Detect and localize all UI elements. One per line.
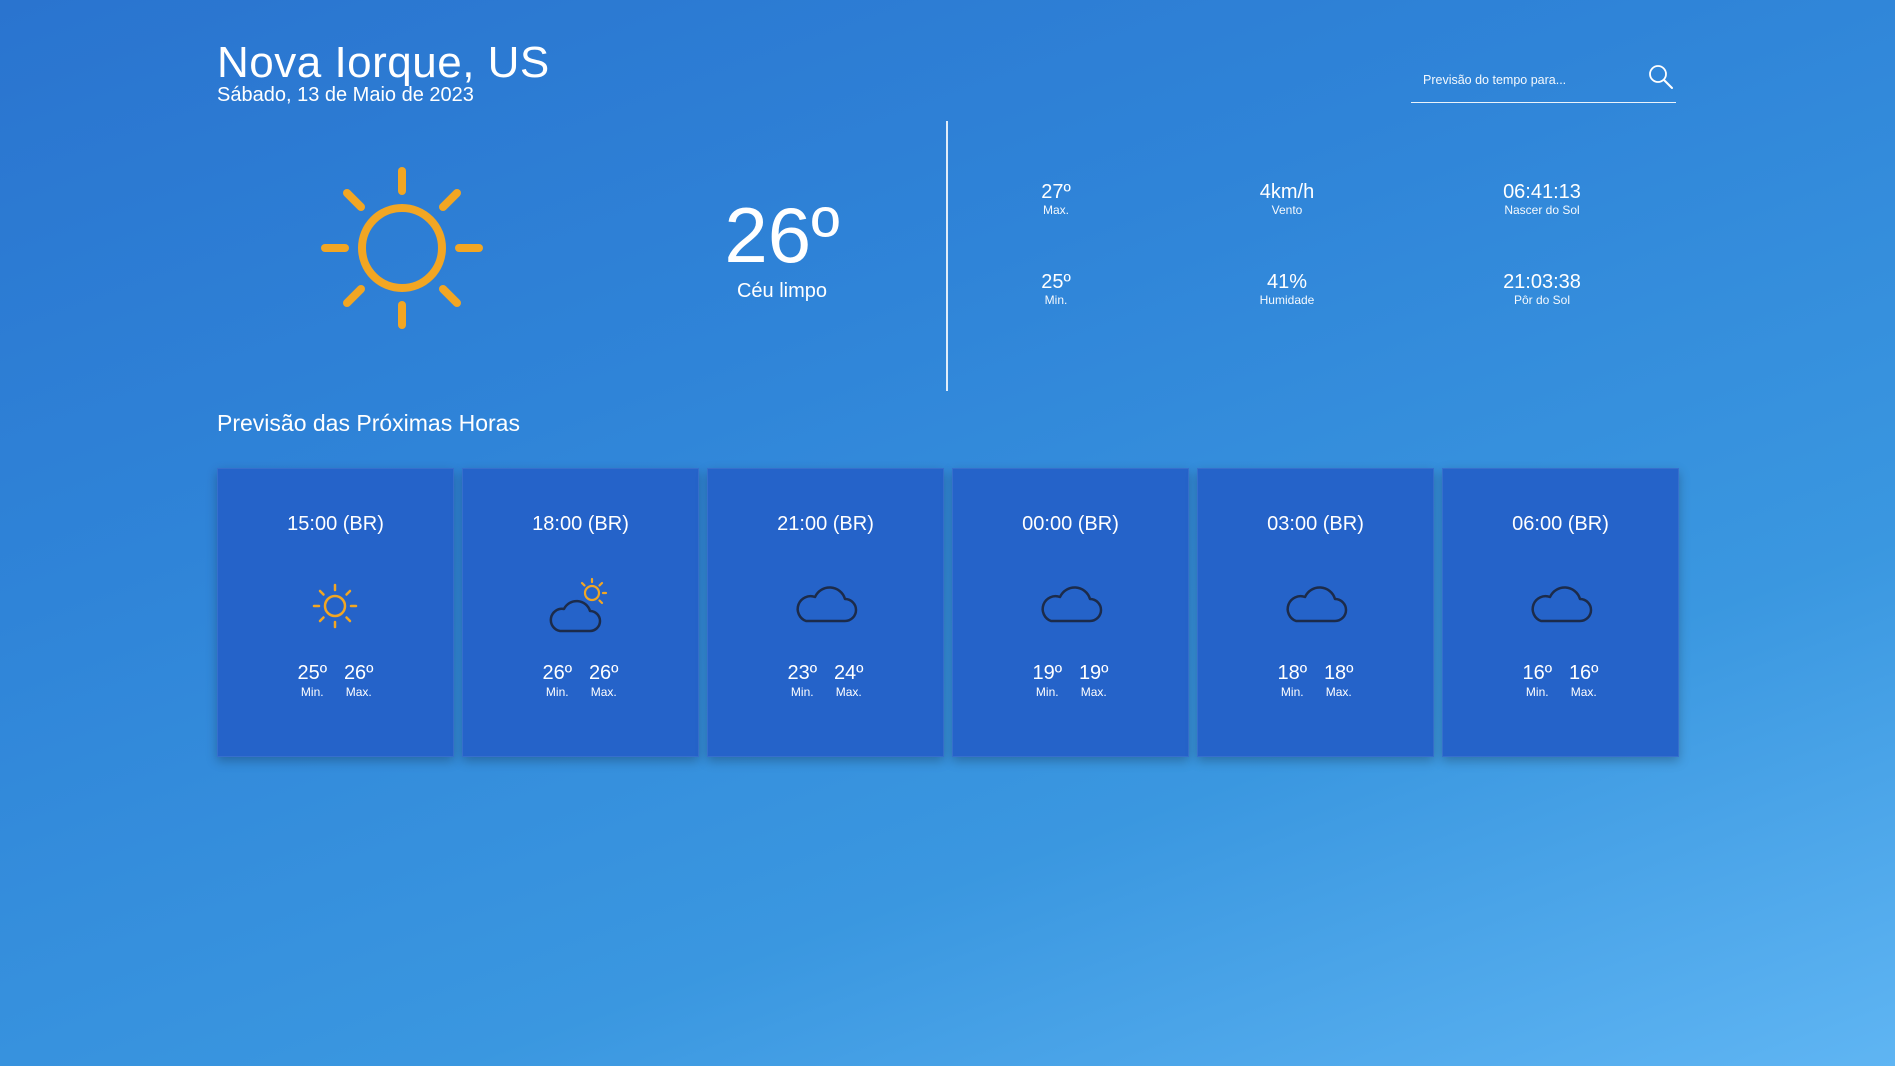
stat-label: Pôr do Sol	[1513, 293, 1571, 307]
forecast-card: 21:00 (BR) 23º Min. 24º Max.	[707, 468, 944, 757]
forecast-min: 25º Min.	[291, 662, 333, 700]
weather-description: Céu limpo	[736, 280, 828, 302]
stat-min-temp: 25º Min.	[976, 271, 1136, 307]
max-value: 18º	[1323, 662, 1354, 684]
forecast-min: 16º Min.	[1516, 662, 1558, 700]
forecast-temps: 18º Min. 18º Max.	[1198, 662, 1433, 701]
stat-wind: 4km/h Vento	[1207, 181, 1367, 217]
forecast-time: 18:00 (BR)	[532, 513, 629, 535]
location-title: Nova Iorque, US	[217, 38, 550, 87]
min-label: Min.	[1525, 685, 1549, 699]
stat-label: Nascer do Sol	[1504, 203, 1580, 217]
max-label: Max.	[1570, 685, 1597, 699]
forecast-time: 00:00 (BR)	[1022, 513, 1119, 535]
forecast-max: 19º Max.	[1073, 662, 1115, 700]
forecast-temps: 16º Min. 16º Max.	[1443, 662, 1678, 701]
forecast-time: 21:00 (BR)	[777, 513, 874, 535]
cloud-icon	[1041, 586, 1103, 623]
stat-label: Humidade	[1259, 293, 1315, 307]
stat-humidity: 41% Humidade	[1207, 271, 1367, 307]
forecast-title: Previsão das Próximas Horas	[217, 410, 520, 436]
cloud-icon	[1286, 586, 1348, 623]
forecast-card: 15:00 (BR) 25º Min. 26º Max.	[217, 468, 454, 757]
max-label: Max.	[835, 685, 862, 699]
forecast-card: 00:00 (BR) 19º Min. 19º Max.	[952, 468, 1189, 757]
stat-max-temp: 27º Max.	[976, 181, 1136, 217]
min-label: Min.	[545, 685, 569, 699]
forecast-temps: 19º Min. 19º Max.	[953, 662, 1188, 701]
stat-value: 4km/h	[1259, 181, 1315, 203]
stat-value: 27º	[1041, 181, 1071, 203]
min-value: 25º	[297, 662, 328, 684]
max-label: Max.	[1325, 685, 1352, 699]
forecast-icon-wrap	[285, 571, 385, 641]
min-value: 26º	[542, 662, 573, 684]
forecast-icon-wrap	[1510, 571, 1610, 641]
stat-value: 41%	[1266, 271, 1308, 293]
partly-cloudy-icon	[549, 577, 608, 633]
current-temperature: 26º	[724, 191, 840, 279]
max-label: Max.	[590, 685, 617, 699]
cloud-icon	[796, 586, 858, 623]
max-value: 26º	[343, 662, 374, 684]
forecast-max: 26º Max.	[583, 662, 625, 700]
vertical-divider	[946, 121, 948, 391]
current-date: Sábado, 13 de Maio de 2023	[217, 84, 474, 106]
forecast-time: 03:00 (BR)	[1267, 513, 1364, 535]
forecast-icon-wrap	[1265, 571, 1365, 641]
cloud-icon	[1531, 586, 1593, 623]
stat-label: Vento	[1271, 203, 1303, 217]
forecast-max: 16º Max.	[1563, 662, 1605, 700]
forecast-time: 06:00 (BR)	[1512, 513, 1609, 535]
stat-value: 21:03:38	[1503, 271, 1581, 293]
stat-sunset: 21:03:38 Pôr do Sol	[1462, 271, 1622, 307]
stat-value: 25º	[1041, 271, 1071, 293]
search-button[interactable]	[1646, 62, 1676, 92]
forecast-card: 18:00 (BR) 26º Min. 26º Max.	[462, 468, 699, 757]
forecast-card: 03:00 (BR) 18º Min. 18º Max.	[1197, 468, 1434, 757]
forecast-icon-wrap	[775, 571, 875, 641]
max-label: Max.	[345, 685, 372, 699]
sun-icon	[312, 583, 358, 629]
min-label: Min.	[300, 685, 324, 699]
min-value: 23º	[787, 662, 818, 684]
min-label: Min.	[1035, 685, 1059, 699]
forecast-temps: 23º Min. 24º Max.	[708, 662, 943, 701]
sun-icon	[321, 167, 483, 329]
stat-sunrise: 06:41:13 Nascer do Sol	[1462, 181, 1622, 217]
forecast-icon-wrap	[1020, 571, 1120, 641]
min-value: 18º	[1277, 662, 1308, 684]
stat-label: Min.	[1044, 293, 1068, 307]
forecast-max: 26º Max.	[338, 662, 380, 700]
forecast-list: 15:00 (BR) 25º Min. 26º Max. 18:00 (BR) …	[217, 468, 1679, 757]
forecast-card: 06:00 (BR) 16º Min. 16º Max.	[1442, 468, 1679, 757]
min-value: 19º	[1032, 662, 1063, 684]
max-label: Max.	[1080, 685, 1107, 699]
max-value: 24º	[833, 662, 864, 684]
forecast-min: 19º Min.	[1026, 662, 1068, 700]
min-label: Min.	[790, 685, 814, 699]
forecast-time: 15:00 (BR)	[287, 513, 384, 535]
forecast-min: 18º Min.	[1271, 662, 1313, 700]
forecast-icon-wrap	[530, 571, 630, 641]
stat-value: 06:41:13	[1503, 181, 1581, 203]
forecast-temps: 26º Min. 26º Max.	[463, 662, 698, 701]
forecast-min: 26º Min.	[536, 662, 578, 700]
max-value: 26º	[588, 662, 619, 684]
search-icon	[1649, 65, 1673, 89]
current-weather-icon	[317, 163, 487, 333]
weather-page: Nova Iorque, US Sábado, 13 de Maio de 20…	[217, 0, 1679, 1066]
forecast-max: 24º Max.	[828, 662, 870, 700]
search-bar	[1411, 58, 1676, 103]
forecast-min: 23º Min.	[781, 662, 823, 700]
forecast-max: 18º Max.	[1318, 662, 1360, 700]
min-label: Min.	[1280, 685, 1304, 699]
stat-label: Max.	[1042, 203, 1069, 217]
forecast-temps: 25º Min. 26º Max.	[218, 662, 453, 701]
max-value: 16º	[1568, 662, 1599, 684]
max-value: 19º	[1078, 662, 1109, 684]
search-input[interactable]	[1421, 68, 1645, 92]
min-value: 16º	[1522, 662, 1553, 684]
